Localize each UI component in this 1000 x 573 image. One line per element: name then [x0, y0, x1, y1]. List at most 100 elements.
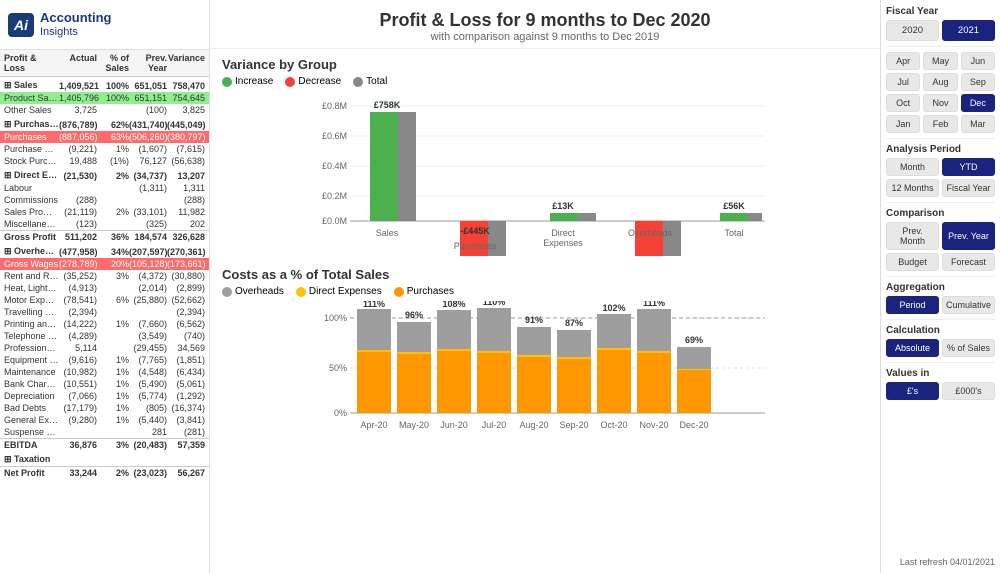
logo-area: Ai Accounting Insights — [0, 0, 209, 50]
month-aug[interactable]: Aug — [923, 73, 957, 91]
pl-prev: (4,548) — [129, 367, 167, 377]
pl-actual: (10,551) — [59, 379, 97, 389]
bar-overheads-decrease — [635, 221, 663, 256]
pl-actual: 19,488 — [59, 156, 97, 166]
svg-text:£758K: £758K — [374, 100, 401, 110]
pl-actual: (887,056) — [59, 132, 97, 142]
period-fiscal[interactable]: Fiscal Year — [942, 179, 995, 197]
pl-var: (740) — [167, 331, 205, 341]
col-actual: Actual — [59, 53, 97, 73]
period-month[interactable]: Month — [886, 158, 939, 176]
values-pounds[interactable]: £'s — [886, 382, 939, 400]
comparison-forecast[interactable]: Forecast — [942, 253, 995, 271]
aggregation-label: Aggregation — [886, 282, 995, 293]
bar-oct-overheads — [597, 316, 631, 348]
svg-text:May-20: May-20 — [399, 420, 429, 430]
pl-label: Heat, Light and Power — [4, 283, 59, 293]
month-nov[interactable]: Nov — [923, 94, 957, 112]
pl-prev: 281 — [129, 427, 167, 437]
comparison-budget[interactable]: Budget — [886, 253, 939, 271]
comparison-prev-year[interactable]: Prev. Year — [942, 222, 995, 250]
pl-row: ⊞ Purchases(876,789)62%(431,740)(445,049… — [0, 118, 209, 131]
month-may[interactable]: May — [923, 52, 957, 70]
pl-actual: (21,119) — [59, 207, 97, 217]
pl-label: Motor Expenses — [4, 295, 59, 305]
pl-row: Sales Promotion(21,119)2%(33,101)11,982 — [0, 206, 209, 218]
fiscal-year-section: Fiscal Year 2020 2021 — [886, 6, 995, 41]
bar-direct-increase — [550, 213, 578, 221]
legend-dot-overheads — [222, 287, 232, 297]
pl-label: Travelling and Entertainment — [4, 307, 59, 317]
pl-prev: (33,101) — [129, 207, 167, 217]
pl-label: Bad Debts — [4, 403, 59, 413]
pl-var: (7,615) — [167, 144, 205, 154]
svg-text:108%: 108% — [442, 301, 465, 309]
svg-text:Overheads: Overheads — [628, 228, 673, 238]
period-ytd[interactable]: YTD — [942, 158, 995, 176]
last-refresh: Last refresh 04/01/2021 — [886, 557, 995, 567]
bar-nov-purchases — [637, 353, 671, 413]
divider-6 — [886, 362, 995, 363]
bar-apr-direct — [357, 350, 391, 352]
pl-var: (270,361) — [167, 247, 205, 257]
aggregation-period[interactable]: Period — [886, 296, 939, 314]
calculation-absolute[interactable]: Absolute — [886, 339, 939, 357]
calculation-pct-sales[interactable]: % of Sales — [942, 339, 995, 357]
pl-var: 1,311 — [167, 183, 205, 193]
analysis-period-label: Analysis Period — [886, 144, 995, 155]
pl-prev: (4,372) — [129, 271, 167, 281]
analysis-period-section: Analysis Period Month YTD 12 Months Fisc… — [886, 144, 995, 197]
pl-var: (1,292) — [167, 391, 205, 401]
pl-actual: (123) — [59, 219, 97, 229]
bar-oct-direct — [597, 348, 631, 350]
svg-text:110%: 110% — [483, 301, 506, 307]
svg-text:87%: 87% — [565, 318, 583, 328]
fiscal-year-2021[interactable]: 2021 — [942, 20, 995, 41]
month-jan[interactable]: Jan — [886, 115, 920, 133]
svg-text:Expenses: Expenses — [543, 238, 583, 248]
svg-text:91%: 91% — [525, 315, 543, 325]
month-apr[interactable]: Apr — [886, 52, 920, 70]
pl-var: 13,207 — [167, 171, 205, 181]
month-mar[interactable]: Mar — [961, 115, 995, 133]
pl-actual: (477,958) — [59, 247, 97, 257]
month-sep[interactable]: Sep — [961, 73, 995, 91]
pl-var: (52,662) — [167, 295, 205, 305]
month-oct[interactable]: Oct — [886, 94, 920, 112]
pl-pct: 1% — [97, 319, 129, 329]
pl-pct: 100% — [97, 93, 129, 103]
pl-row: Other Sales3,725(100)3,825 — [0, 104, 209, 116]
period-12months[interactable]: 12 Months — [886, 179, 939, 197]
bar-total-total — [748, 213, 762, 221]
pl-actual: (9,616) — [59, 355, 97, 365]
pl-row: Travelling and Entertainment(2,394)(2,39… — [0, 306, 209, 318]
pl-actual: (9,221) — [59, 144, 97, 154]
month-feb[interactable]: Feb — [923, 115, 957, 133]
values-thousands[interactable]: £000's — [942, 382, 995, 400]
pl-prev: (23,023) — [129, 468, 167, 478]
bar-apr-overflow — [357, 309, 391, 319]
comparison-prev-month[interactable]: Prev. Month — [886, 222, 939, 250]
divider-1 — [886, 46, 995, 47]
fiscal-year-label: Fiscal Year — [886, 6, 995, 17]
pl-rows: ⊞ Sales1,409,521100%651,051758,470Produc… — [0, 79, 209, 479]
col-prev: Prev. Year — [129, 53, 167, 73]
bar-apr-purchases — [357, 352, 391, 413]
col-var: Variance — [167, 53, 205, 73]
bar-nov-direct — [637, 351, 671, 353]
aggregation-cumulative[interactable]: Cumulative — [942, 296, 995, 314]
bar-aug-purchases — [517, 357, 551, 413]
pl-row: EBITDA36,8763%(20,483)57,359 — [0, 438, 209, 451]
pl-label: ⊞ Direct Expenses — [4, 170, 59, 181]
fiscal-year-2020[interactable]: 2020 — [886, 20, 939, 41]
month-jul[interactable]: Jul — [886, 73, 920, 91]
logo-icon: Ai — [8, 13, 34, 37]
svg-text:Oct-20: Oct-20 — [600, 420, 627, 430]
pl-label: Printing and Stationery — [4, 319, 59, 329]
pl-actual: 5,114 — [59, 343, 97, 353]
pl-actual: (4,289) — [59, 331, 97, 341]
month-jun[interactable]: Jun — [961, 52, 995, 70]
month-dec[interactable]: Dec — [961, 94, 995, 112]
pl-var: (2,899) — [167, 283, 205, 293]
calculation-section: Calculation Absolute % of Sales — [886, 325, 995, 357]
